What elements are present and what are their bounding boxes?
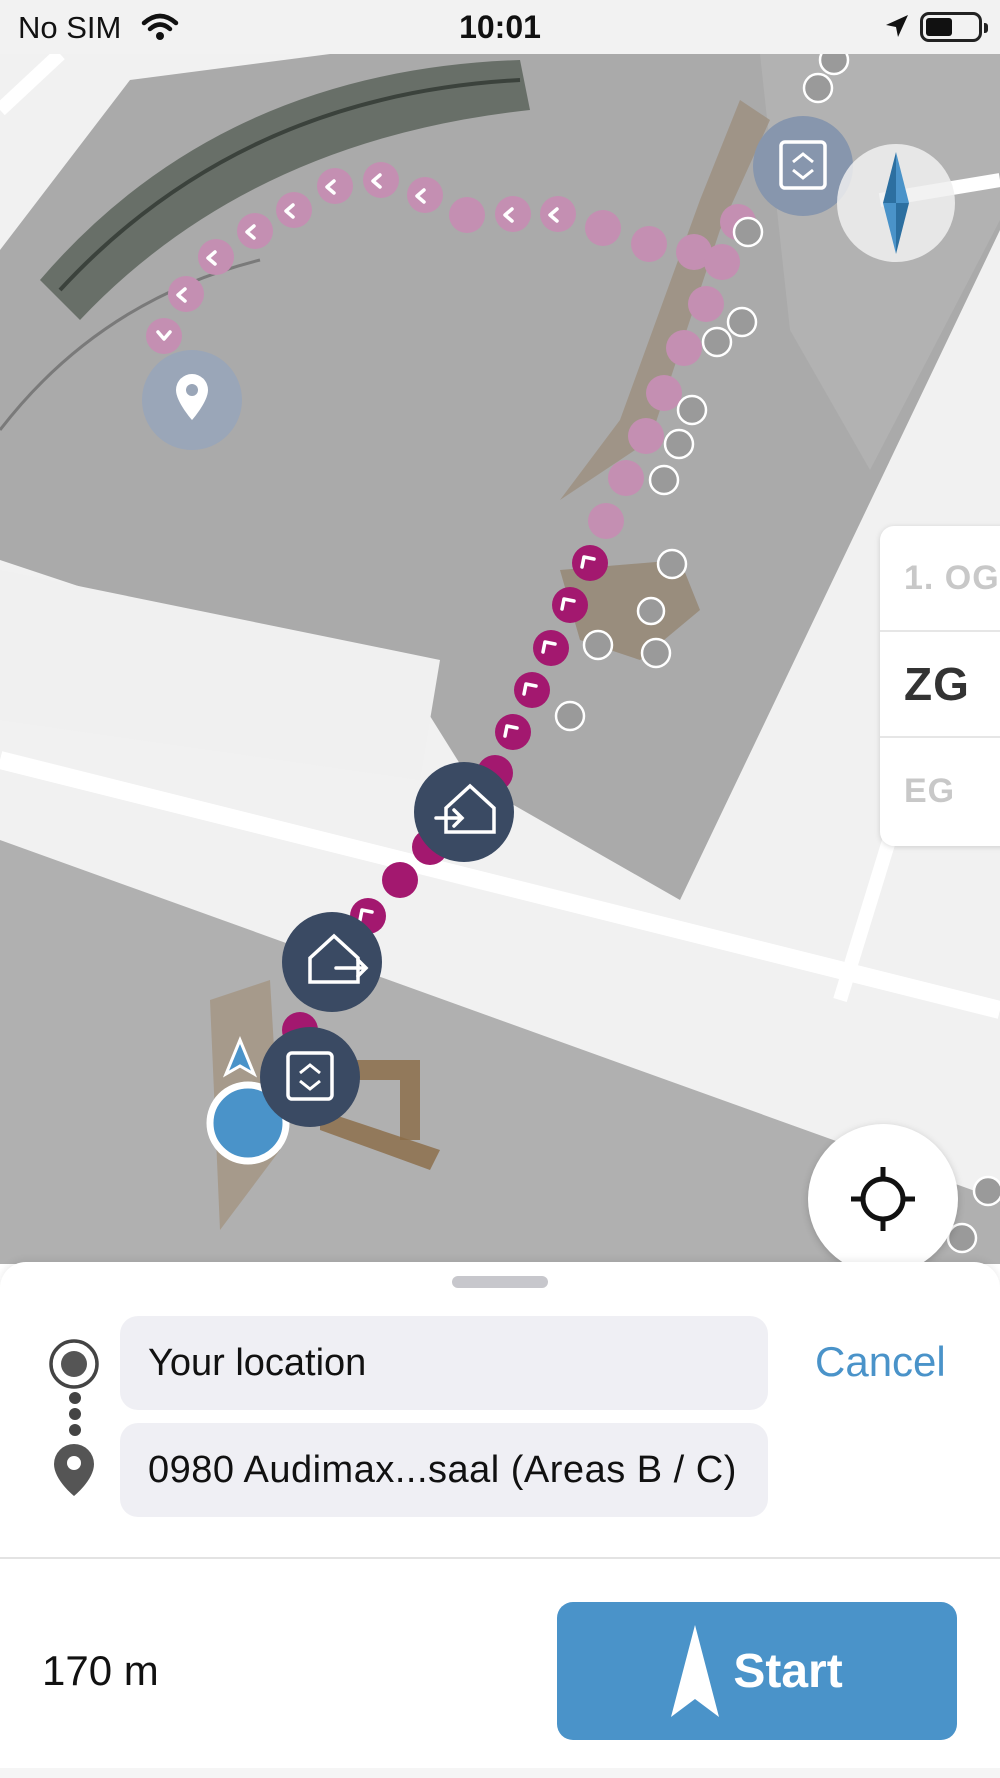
- destination-pin-icon[interactable]: [142, 350, 242, 450]
- destination-input[interactable]: 0980 Audimax...saal (Areas B / C): [120, 1423, 768, 1517]
- location-arrow-icon: [884, 13, 910, 44]
- divider: [0, 1557, 1000, 1559]
- floor-zg[interactable]: ZG: [880, 632, 1000, 738]
- origin-input[interactable]: Your location: [120, 1316, 768, 1410]
- floor-eg[interactable]: EG: [880, 738, 1000, 844]
- destination-pin-icon: [52, 1442, 96, 1503]
- building-exit-icon[interactable]: [282, 912, 382, 1012]
- status-bar: No SIM 10:01: [0, 0, 1000, 54]
- floor-selector[interactable]: 1. OG ZG EG: [880, 526, 1000, 846]
- route-distance: 170 m: [42, 1647, 159, 1694]
- start-button-label: Start: [733, 1644, 843, 1698]
- locate-me-icon: [851, 1167, 915, 1231]
- sheet-handle[interactable]: [452, 1276, 548, 1288]
- start-button[interactable]: Start: [557, 1602, 957, 1740]
- floor-1og[interactable]: 1. OG: [880, 526, 1000, 632]
- building-enter-icon[interactable]: [414, 762, 514, 862]
- battery-icon: [920, 12, 988, 42]
- locate-me-button[interactable]: [808, 1124, 958, 1264]
- clock: 10:01: [459, 9, 541, 45]
- cancel-button[interactable]: Cancel: [815, 1338, 946, 1386]
- navigation-arrow-icon: [671, 1625, 720, 1717]
- indoor-map[interactable]: 1. OG ZG EG: [0, 54, 1000, 1264]
- elevator-icon[interactable]: [260, 1027, 360, 1127]
- origin-radio-icon: [48, 1338, 100, 1395]
- compass-icon[interactable]: [837, 144, 955, 262]
- route-sheet: Your location 0980 Audimax...saal (Areas…: [0, 1262, 1000, 1778]
- route-dots-icon: [67, 1392, 83, 1441]
- home-indicator-area: [0, 1768, 1000, 1778]
